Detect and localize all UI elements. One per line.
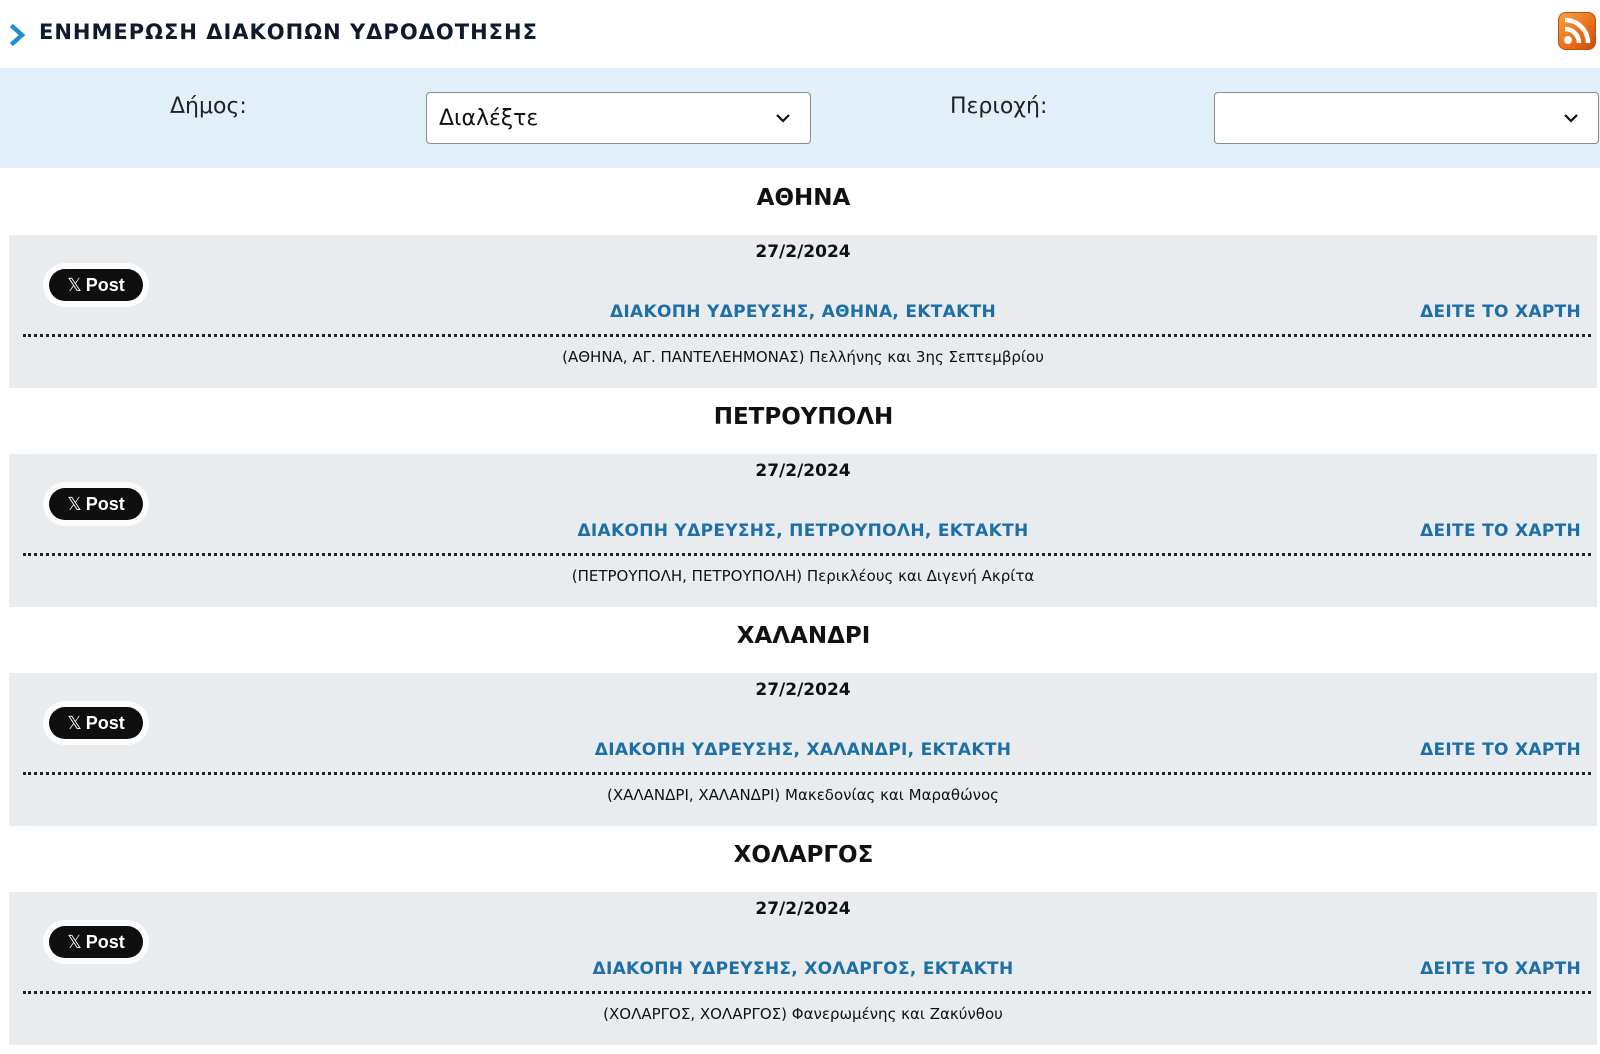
post-button-label: Post — [85, 275, 125, 295]
chevron-right-icon — [9, 24, 26, 46]
outage-detail: (ΑΘΗΝΑ, ΑΓ. ΠΑΝΤΕΛΕΗΜΟΝΑΣ) Πελλήνης και … — [562, 348, 1044, 366]
section-title: ΧΑΛΑΝΔΡΙ — [736, 623, 871, 649]
chevron-down-icon — [776, 114, 790, 123]
x-post-button[interactable]: 𝕏 Post — [49, 926, 143, 958]
outage-date: 27/2/2024 — [755, 242, 851, 262]
x-post-button[interactable]: 𝕏 Post — [49, 707, 143, 739]
outage-link[interactable]: ΔΙΑΚΟΠΗ ΥΔΡΕΥΣΗΣ, ΧΟΛΑΡΓΟΣ, ΕΚΤΑΚΤΗ — [9, 958, 1597, 980]
outage-link[interactable]: ΔΙΑΚΟΠΗ ΥΔΡΕΥΣΗΣ, ΠΕΤΡΟΥΠΟΛΗ, ΕΚΤΑΚΤΗ — [9, 520, 1597, 542]
outage-detail: (ΠΕΤΡΟΥΠΟΛΗ, ΠΕΤΡΟΥΠΟΛΗ) Περικλέους και … — [571, 567, 1035, 585]
x-logo-icon: 𝕏 — [67, 932, 82, 952]
page-header: ΕΝΗΜΕΡΩΣΗ ΔΙΑΚΟΠΩΝ ΥΔΡΟΔΟΤΗΣΗΣ — [0, 0, 1600, 68]
post-button-label: Post — [85, 713, 125, 733]
outage-detail: (ΧΟΛΑΡΓΟΣ, ΧΟΛΑΡΓΟΣ) Φανερωμένης και Ζακ… — [603, 1005, 1003, 1023]
x-logo-icon: 𝕏 — [67, 494, 82, 514]
section-title: ΧΟΛΑΡΓΟΣ — [733, 842, 874, 868]
post-button-label: Post — [85, 494, 125, 514]
dotted-divider — [23, 334, 1591, 337]
x-post-button[interactable]: 𝕏 Post — [49, 269, 143, 301]
dotted-divider — [23, 991, 1591, 994]
dotted-divider — [23, 772, 1591, 775]
see-map-link[interactable]: ΔΕΙΤΕ ΤΟ ΧΑΡΤΗ — [1420, 301, 1581, 323]
see-map-link[interactable]: ΔΕΙΤΕ ΤΟ ΧΑΡΤΗ — [1420, 739, 1581, 761]
rss-feed-icon[interactable] — [1558, 12, 1596, 50]
municipality-select[interactable]: Διαλέξτε — [426, 92, 811, 144]
chevron-down-icon — [1564, 114, 1578, 123]
rss-glyph-icon — [1564, 17, 1591, 44]
area-select[interactable] — [1214, 92, 1599, 144]
outage-card: 27/2/2024 𝕏 Post ΔΙΑΚΟΠΗ ΥΔΡΕΥΣΗΣ, ΠΕΤΡΟΥ… — [9, 454, 1597, 607]
outage-detail: (ΧΑΛΑΝΔΡΙ, ΧΑΛΑΝΔΡΙ) Μακεδονίας και Μαρα… — [607, 786, 999, 804]
area-label: Περιοχή: — [950, 94, 1048, 119]
see-map-link[interactable]: ΔΕΙΤΕ ΤΟ ΧΑΡΤΗ — [1420, 958, 1581, 980]
outage-link[interactable]: ΔΙΑΚΟΠΗ ΥΔΡΕΥΣΗΣ, ΑΘΗΝΑ, ΕΚΤΑΚΤΗ — [9, 301, 1597, 323]
outage-card: 27/2/2024 𝕏 Post ΔΙΑΚΟΠΗ ΥΔΡΕΥΣΗΣ, ΧΟΛΑΡΓ… — [9, 892, 1597, 1045]
post-button-label: Post — [85, 932, 125, 952]
section-title: ΑΘΗΝΑ — [756, 185, 851, 211]
dotted-divider — [23, 553, 1591, 556]
section-title: ΠΕΤΡΟΥΠΟΛΗ — [713, 404, 894, 430]
outage-date: 27/2/2024 — [755, 899, 851, 919]
see-map-link[interactable]: ΔΕΙΤΕ ΤΟ ΧΑΡΤΗ — [1420, 520, 1581, 542]
page-title: ΕΝΗΜΕΡΩΣΗ ΔΙΑΚΟΠΩΝ ΥΔΡΟΔΟΤΗΣΗΣ — [39, 20, 538, 44]
outage-date: 27/2/2024 — [755, 461, 851, 481]
municipality-select-value: Διαλέξτε — [439, 106, 539, 131]
filter-bar: Δήμος: Διαλέξτε Περιοχή: — [0, 68, 1600, 168]
x-post-button[interactable]: 𝕏 Post — [49, 488, 143, 520]
outage-link[interactable]: ΔΙΑΚΟΠΗ ΥΔΡΕΥΣΗΣ, ΧΑΛΑΝΔΡΙ, ΕΚΤΑΚΤΗ — [9, 739, 1597, 761]
municipality-label: Δήμος: — [170, 94, 247, 119]
x-logo-icon: 𝕏 — [67, 713, 82, 733]
outage-card: 27/2/2024 𝕏 Post ΔΙΑΚΟΠΗ ΥΔΡΕΥΣΗΣ, ΑΘΗΝΑ,… — [9, 235, 1597, 388]
x-logo-icon: 𝕏 — [67, 275, 82, 295]
outage-card: 27/2/2024 𝕏 Post ΔΙΑΚΟΠΗ ΥΔΡΕΥΣΗΣ, ΧΑΛΑΝΔ… — [9, 673, 1597, 826]
outage-date: 27/2/2024 — [755, 680, 851, 700]
